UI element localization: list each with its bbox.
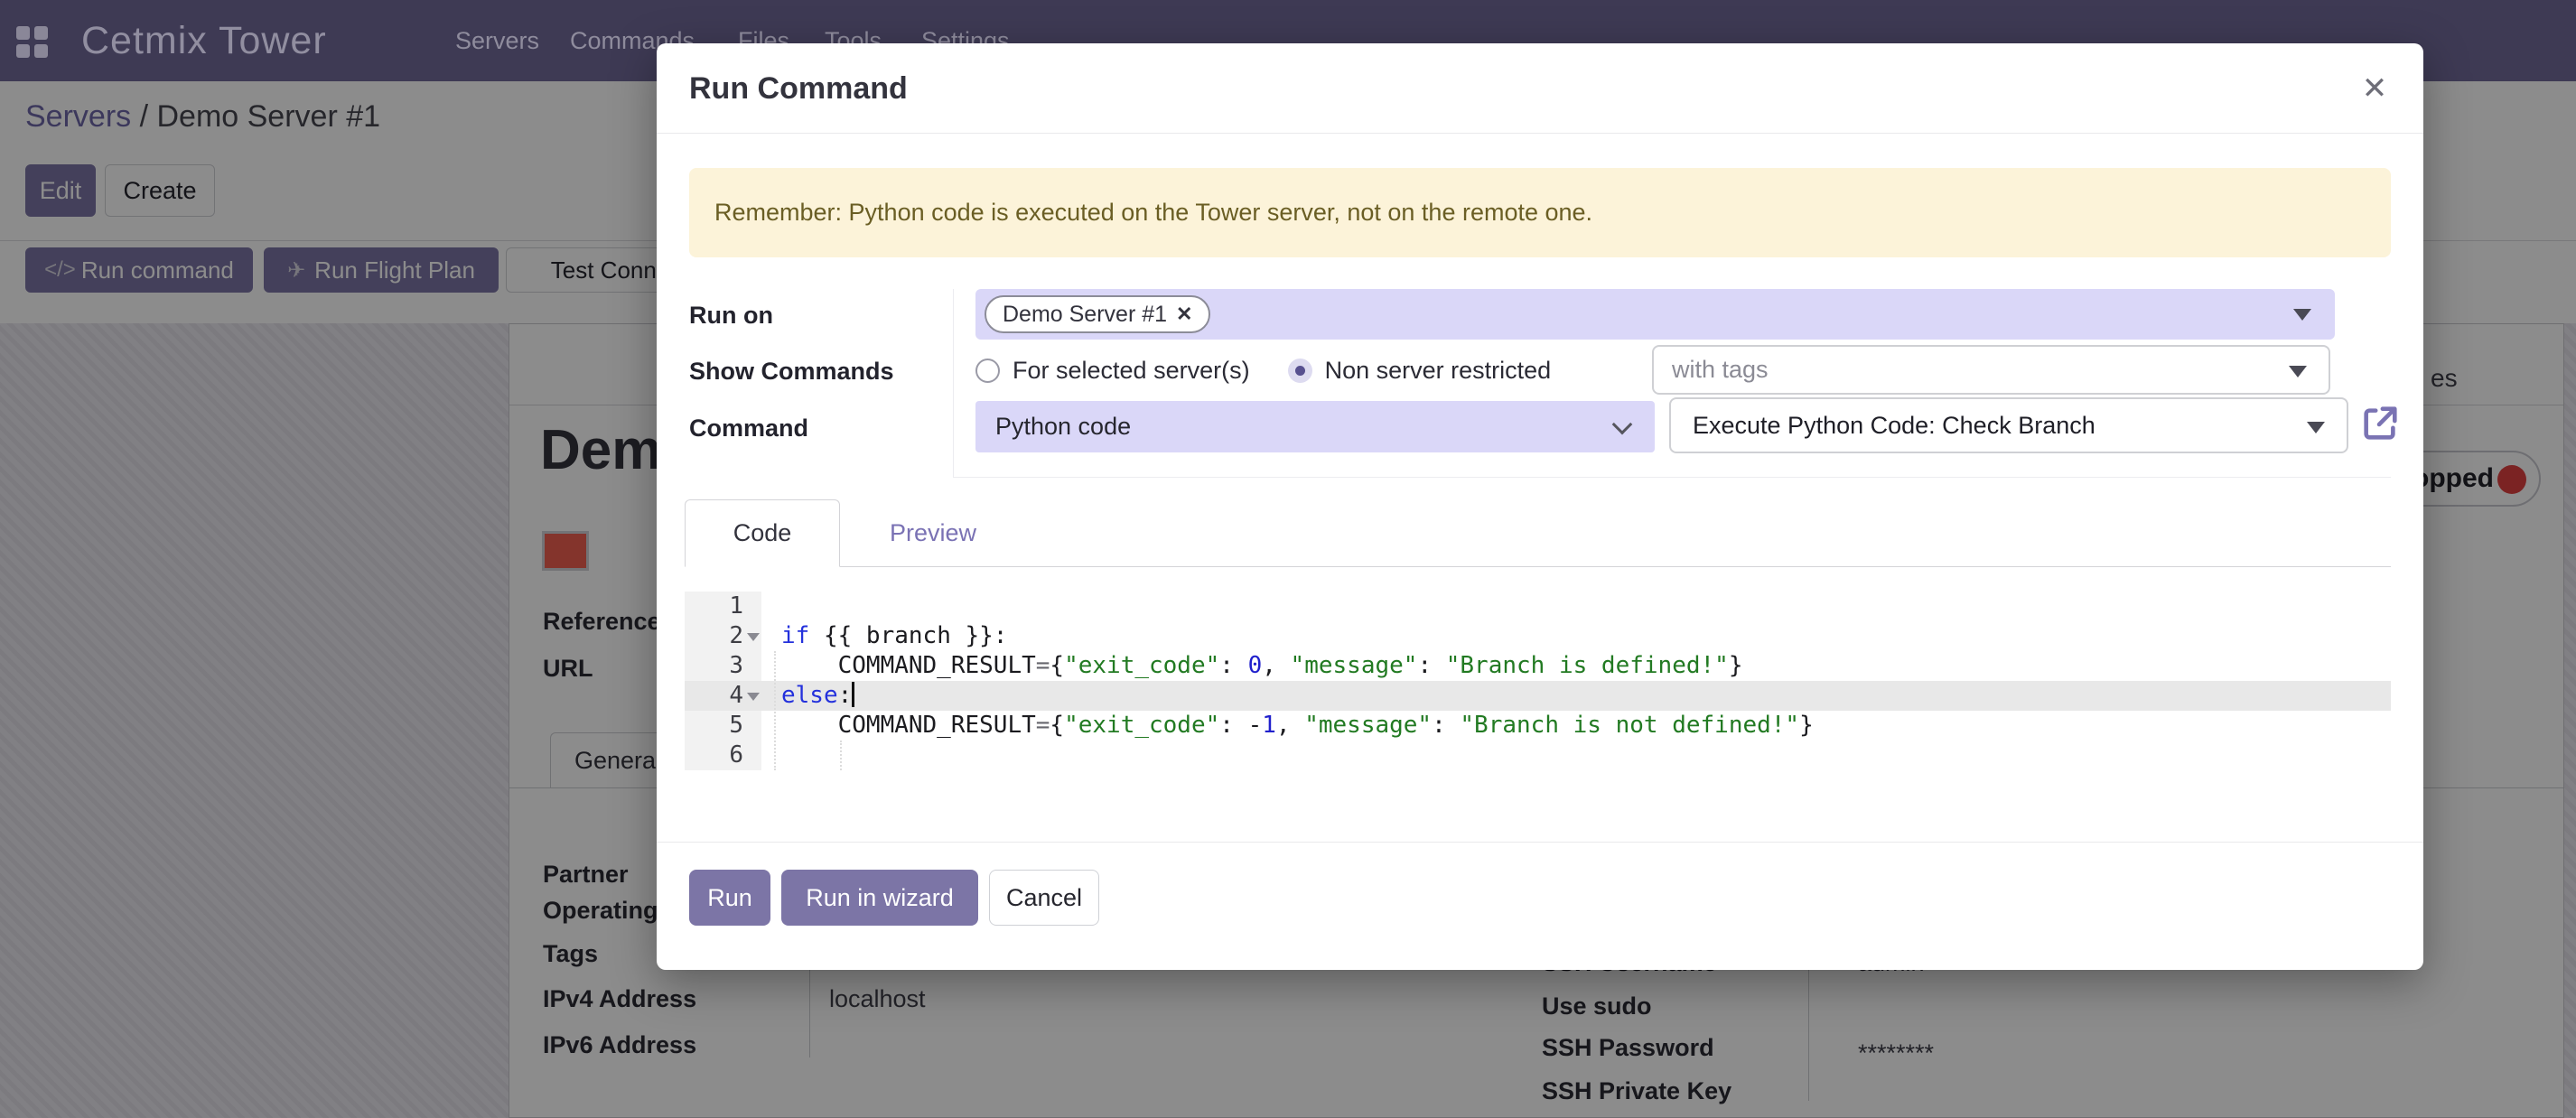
run-button[interactable]: Run <box>689 870 770 926</box>
server-tag: Demo Server #1 ✕ <box>985 295 1210 333</box>
line-number: 4 <box>685 681 761 711</box>
warning-alert: Remember: Python code is executed on the… <box>689 168 2391 257</box>
code-line-content: COMMAND_RESULT={"exit_code": -1, "messag… <box>761 711 1814 741</box>
with-tags-select[interactable]: with tags <box>1652 345 2330 395</box>
show-commands-radio-group: For selected server(s) Non server restri… <box>975 345 1576 396</box>
code-line-3[interactable]: 3 COMMAND_RESULT={"exit_code": 0, "messa… <box>685 651 2391 681</box>
code-line-4[interactable]: 4else: <box>685 681 2391 711</box>
code-editor[interactable]: 12if {{ branch }}:3 COMMAND_RESULT={"exi… <box>685 592 2391 770</box>
modal-title: Run Command <box>689 43 908 134</box>
indent-guide <box>774 651 776 770</box>
run-on-field[interactable]: Demo Server #1 ✕ <box>975 289 2335 340</box>
line-number: 5 <box>685 711 761 741</box>
command-select[interactable]: Execute Python Code: Check Branch <box>1669 397 2348 453</box>
radio-label-selected[interactable]: For selected server(s) <box>1013 357 1250 385</box>
command-value: Execute Python Code: Check Branch <box>1693 412 2095 440</box>
dropdown-caret-icon <box>2307 422 2325 433</box>
run-in-wizard-button[interactable]: Run in wizard <box>781 870 978 926</box>
run-on-label: Run on <box>689 302 773 330</box>
screen: Cetmix Tower Servers Commands Files Tool… <box>0 0 2576 1118</box>
command-type-value: Python code <box>995 413 1131 441</box>
modal-header: Run Command ✕ <box>657 43 2423 134</box>
radio-non-server-restricted[interactable] <box>1288 359 1312 383</box>
fold-arrow-icon[interactable] <box>747 693 760 701</box>
modal-footer-divider <box>657 842 2423 843</box>
tab-preview[interactable]: Preview <box>872 499 994 566</box>
code-line-content <box>761 741 781 770</box>
code-line-5[interactable]: 5 COMMAND_RESULT={"exit_code": -1, "mess… <box>685 711 2391 741</box>
dropdown-caret-icon <box>2289 366 2307 377</box>
cancel-button[interactable]: Cancel <box>989 870 1099 926</box>
tag-remove-icon[interactable]: ✕ <box>1176 303 1192 326</box>
text-cursor <box>852 682 854 707</box>
with-tags-placeholder: with tags <box>1672 356 1769 384</box>
code-line-content: if {{ branch }}: <box>761 621 1007 651</box>
run-command-modal: Run Command ✕ Remember: Python code is e… <box>657 43 2423 970</box>
indent-guide <box>840 741 842 770</box>
code-line-1[interactable]: 1 <box>685 592 2391 621</box>
close-icon[interactable]: ✕ <box>2353 67 2396 110</box>
tabbar-border <box>685 566 2391 567</box>
tab-code[interactable]: Code <box>685 499 840 567</box>
command-label: Command <box>689 415 808 443</box>
radio-label-non-restricted[interactable]: Non server restricted <box>1325 357 1552 385</box>
line-number: 3 <box>685 651 761 681</box>
line-number: 1 <box>685 592 761 621</box>
line-number: 2 <box>685 621 761 651</box>
show-commands-label: Show Commands <box>689 358 894 386</box>
form-group-hline <box>953 477 2391 478</box>
radio-for-selected-servers[interactable] <box>975 359 1000 383</box>
command-type-select[interactable]: Python code <box>975 401 1655 452</box>
chevron-down-icon <box>1612 415 1633 435</box>
code-line-content: COMMAND_RESULT={"exit_code": 0, "message… <box>761 651 1742 681</box>
server-tag-label: Demo Server #1 <box>1003 302 1167 328</box>
fold-arrow-icon[interactable] <box>747 633 760 641</box>
line-number: 6 <box>685 741 761 770</box>
dropdown-caret-icon[interactable] <box>2293 309 2311 321</box>
code-line-6[interactable]: 6 <box>685 741 2391 770</box>
form-group-vline <box>953 289 954 477</box>
code-line-content <box>761 592 781 621</box>
code-line-2[interactable]: 2if {{ branch }}: <box>685 621 2391 651</box>
external-link-icon[interactable] <box>2359 403 2401 444</box>
